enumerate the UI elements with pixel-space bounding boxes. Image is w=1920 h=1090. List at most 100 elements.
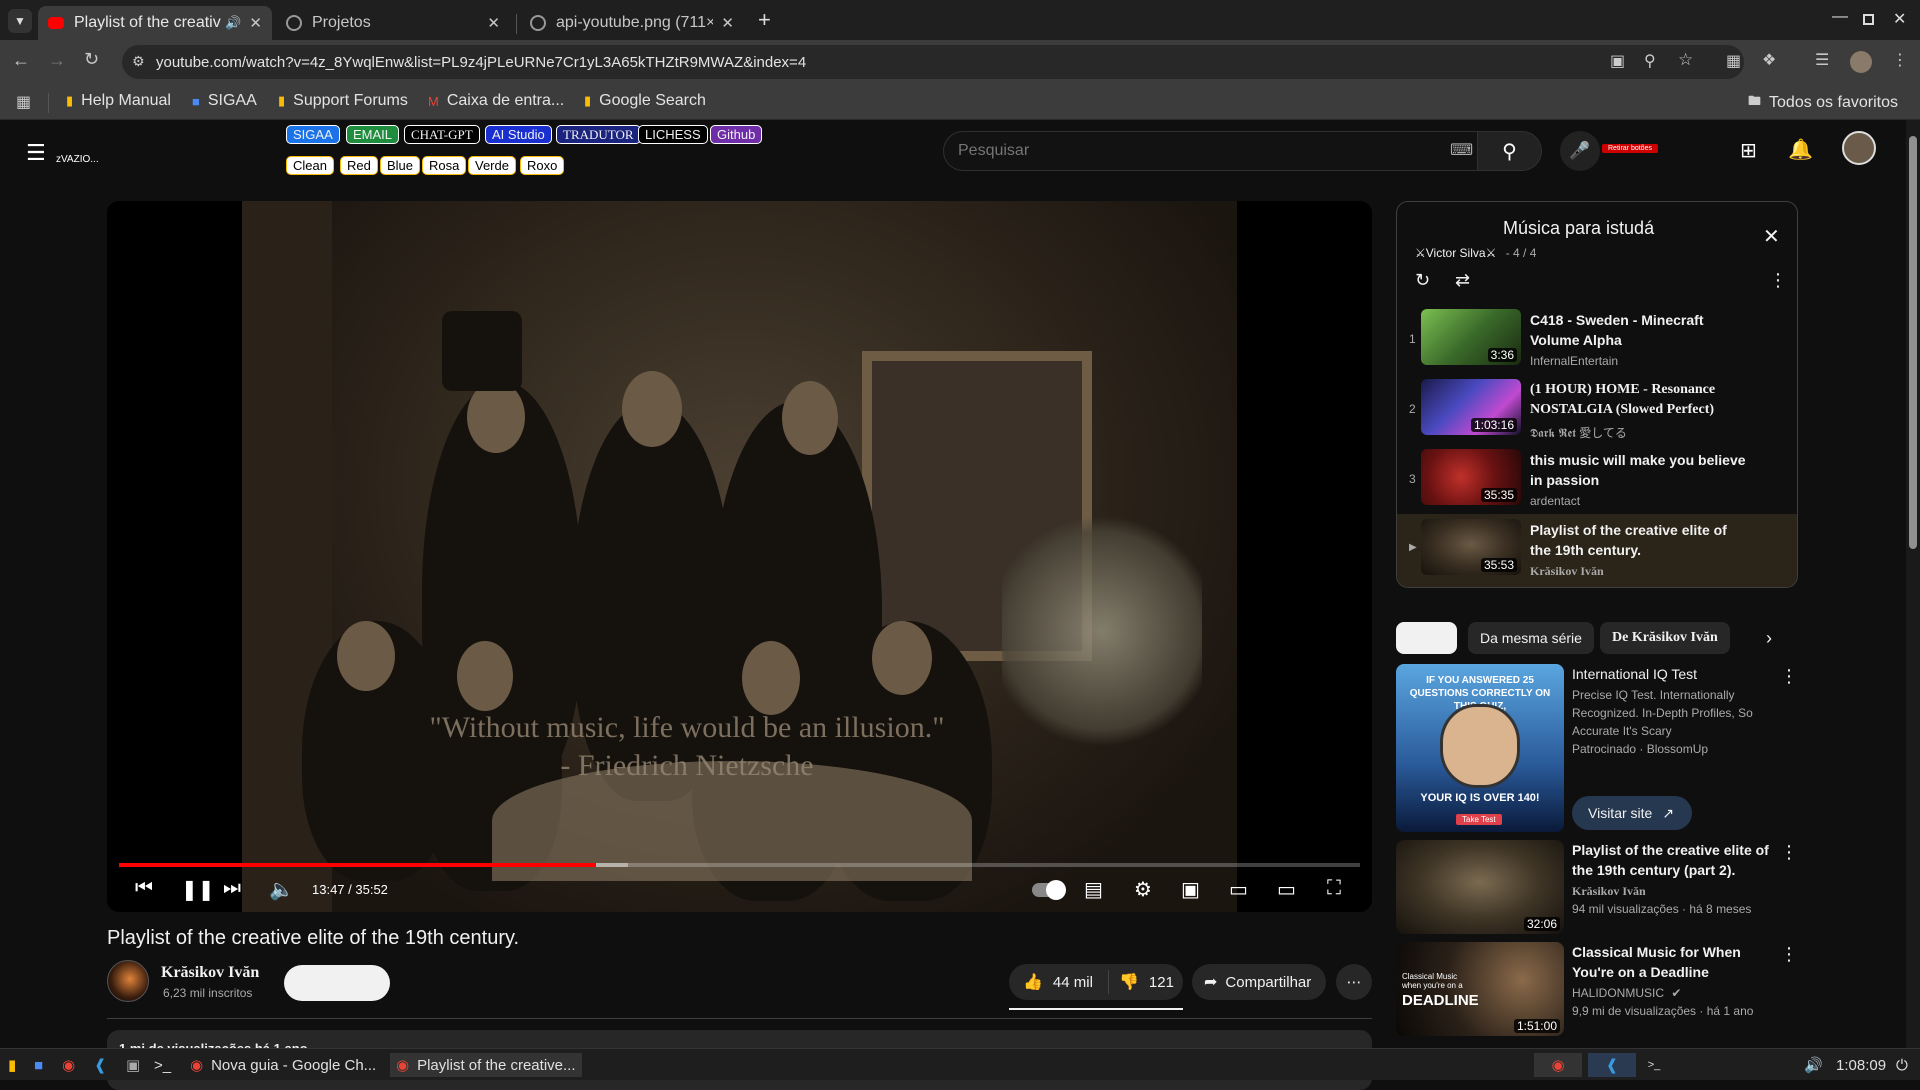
create-icon[interactable]: ⊞	[1740, 138, 1757, 163]
new-tab-button[interactable]: +	[758, 7, 771, 33]
page-scrollbar[interactable]	[1906, 120, 1920, 1048]
launcher-icon[interactable]: ▮	[8, 1053, 16, 1077]
volume-icon[interactable]: 🔈	[269, 877, 294, 902]
reload-icon[interactable]: ↻	[84, 49, 99, 70]
next-icon[interactable]: ⏭	[223, 877, 241, 900]
playlist-item[interactable]: 3 35:35 this music will make you believe…	[1397, 444, 1797, 514]
chevron-right-icon[interactable]: ›	[1766, 628, 1772, 649]
subtitles-icon[interactable]: ▤	[1084, 877, 1103, 902]
terminal-icon[interactable]: >_	[154, 1053, 171, 1077]
miniplayer-icon[interactable]: ▣	[1181, 877, 1200, 902]
theme-verde[interactable]: Verde	[468, 156, 516, 175]
close-tab-icon[interactable]: ✕	[487, 14, 500, 32]
speaker-icon[interactable]: 🔊	[225, 15, 241, 31]
search-button[interactable]: ⚲	[1478, 131, 1542, 171]
more-options-icon[interactable]: ⋮	[1780, 944, 1798, 965]
autoplay-toggle[interactable]	[1032, 880, 1066, 900]
tray-chrome-icon[interactable]: ◉	[1534, 1053, 1582, 1077]
extension-icon[interactable]: ▦	[1726, 51, 1741, 71]
like-button[interactable]: 👍 44 mil	[1009, 970, 1109, 994]
tab-projetos[interactable]: Projetos ✕	[276, 6, 510, 40]
star-icon[interactable]: ☆	[1678, 50, 1693, 70]
settings-gear-icon[interactable]: ⚙	[1134, 877, 1152, 902]
site-info-icon[interactable]: ⚙	[132, 53, 145, 70]
chip-same-series[interactable]: Da mesma série	[1468, 622, 1594, 654]
tray-terminal-icon[interactable]: >_	[1640, 1053, 1668, 1077]
recommendation-item[interactable]: Classical Music when you're on a DEADLIN…	[1396, 942, 1798, 1036]
address-bar[interactable]: ⚙ youtube.com/watch?v=4z_8YwqlEnw&list=P…	[122, 45, 1744, 79]
channel-name[interactable]: HALIDONMUSIC ✔	[1572, 984, 1681, 1002]
theme-roxo[interactable]: Roxo	[520, 156, 565, 175]
recommendation-ad[interactable]: IF YOU ANSWERED 25 QUESTIONS CORRECTLY O…	[1396, 664, 1798, 832]
bookmark-help-manual[interactable]: ▮ Help Manual	[66, 92, 171, 110]
install-icon[interactable]: ▣	[1610, 51, 1625, 71]
shortcut-sigaa[interactable]: SIGAA	[286, 125, 340, 144]
playlist-item[interactable]: 2 1:03:16 (1 HOUR) HOME - Resonance NOST…	[1397, 374, 1797, 444]
playlist-title[interactable]: Música para istudá	[1503, 218, 1654, 239]
playlist-owner[interactable]: Victor Silva	[1426, 246, 1486, 260]
recommendation-item[interactable]: 32:06 Playlist of the creative elite of …	[1396, 840, 1798, 934]
close-tab-icon[interactable]: ✕	[721, 14, 734, 32]
cast-icon[interactable]: ▭	[1277, 877, 1296, 902]
back-icon[interactable]: ←	[12, 50, 30, 71]
keyboard-icon[interactable]: ⌨	[1450, 140, 1473, 160]
chip-from-channel[interactable]: De Krăsikov Ivăn	[1600, 622, 1730, 654]
loop-icon[interactable]: ↻	[1415, 270, 1430, 291]
close-window-icon[interactable]: ✕	[1893, 9, 1906, 29]
more-options-icon[interactable]: ⋮	[1780, 842, 1798, 863]
theme-blue[interactable]: Blue	[380, 156, 421, 175]
logo-text[interactable]: zVAZIO...	[56, 154, 99, 165]
more-options-icon[interactable]: ⋮	[1780, 666, 1798, 687]
maximize-icon[interactable]	[1863, 14, 1874, 25]
playlist-menu-icon[interactable]: ⋮	[1769, 270, 1787, 291]
theme-clean[interactable]: Clean	[286, 156, 334, 175]
profile-avatar[interactable]	[1850, 51, 1872, 73]
theater-mode-icon[interactable]: ▭	[1229, 877, 1248, 902]
channel-avatar[interactable]	[107, 960, 149, 1002]
close-playlist-icon[interactable]: ✕	[1763, 224, 1780, 249]
shortcut-tradutor[interactable]: TRADUTOR	[556, 125, 641, 144]
visit-site-button[interactable]: Visitar site ↗	[1572, 796, 1692, 830]
vscode-icon[interactable]: ❰	[94, 1053, 107, 1077]
apps-grid-icon[interactable]: ▦	[16, 92, 31, 112]
channel-name[interactable]: Krăsikov Ivăn	[1572, 882, 1646, 900]
bell-icon[interactable]: 🔔	[1788, 137, 1813, 162]
bookmark-gmail[interactable]: M Caixa de entra...	[428, 92, 564, 110]
puzzle-icon[interactable]: ❖	[1762, 50, 1776, 70]
previous-icon[interactable]: ⏮	[135, 877, 153, 900]
playlist-item[interactable]: 1 3:36 C418 - Sweden - Minecraft Volume …	[1397, 304, 1797, 374]
forward-icon[interactable]: →	[48, 50, 66, 71]
account-avatar[interactable]	[1842, 131, 1876, 165]
all-bookmarks[interactable]: 🖿 Todos os favoritos	[1748, 92, 1898, 114]
pause-icon[interactable]: ❚❚	[181, 877, 215, 902]
channel-name[interactable]: Krăsikov Ivăn	[161, 964, 259, 982]
shortcut-lichess[interactable]: LICHESS	[638, 125, 708, 144]
progress-bar[interactable]	[119, 863, 1360, 867]
minimize-icon[interactable]: —	[1832, 8, 1848, 26]
dislike-button[interactable]: 👎 121	[1109, 972, 1174, 992]
chrome-icon[interactable]: ◉	[62, 1053, 75, 1077]
share-button[interactable]: ➦ Compartilhar	[1192, 964, 1326, 1000]
voice-search-button[interactable]: 🎤	[1560, 131, 1600, 171]
power-icon[interactable]: ⏻	[1896, 1053, 1908, 1077]
fullscreen-icon[interactable]: ⛶	[1327, 877, 1341, 900]
tab-youtube[interactable]: Playlist of the creativ 🔊 ✕	[38, 6, 272, 40]
taskbar-window-playlist[interactable]: ◉ Playlist of the creative...	[390, 1053, 582, 1077]
file-manager-icon[interactable]: ■	[34, 1053, 43, 1077]
subscribe-button[interactable]: Inscrever-se	[284, 965, 390, 1001]
shortcut-chatgpt[interactable]: CHAT-GPT	[404, 125, 480, 144]
shortcut-email[interactable]: EMAIL	[346, 125, 400, 144]
media-control-icon[interactable]: ☰	[1815, 50, 1829, 70]
bookmark-sigaa[interactable]: ■ SIGAA	[192, 92, 257, 110]
shuffle-icon[interactable]: ⇄	[1455, 270, 1470, 291]
hamburger-menu-icon[interactable]: ☰	[26, 140, 46, 166]
playlist-item-current[interactable]: ▶ 35:53 Playlist of the creative elite o…	[1397, 514, 1797, 587]
search-input[interactable]	[958, 140, 1398, 162]
scrollbar-thumb[interactable]	[1909, 136, 1917, 549]
remove-buttons-button[interactable]: Retirar botões	[1602, 144, 1658, 153]
theme-red[interactable]: Red	[340, 156, 378, 175]
bookmark-google-search[interactable]: ▮ Google Search	[584, 92, 706, 110]
volume-icon[interactable]: 🔊	[1804, 1053, 1823, 1077]
bookmark-support-forums[interactable]: ▮ Support Forums	[278, 92, 408, 110]
zoom-icon[interactable]: ⚲	[1644, 51, 1656, 71]
